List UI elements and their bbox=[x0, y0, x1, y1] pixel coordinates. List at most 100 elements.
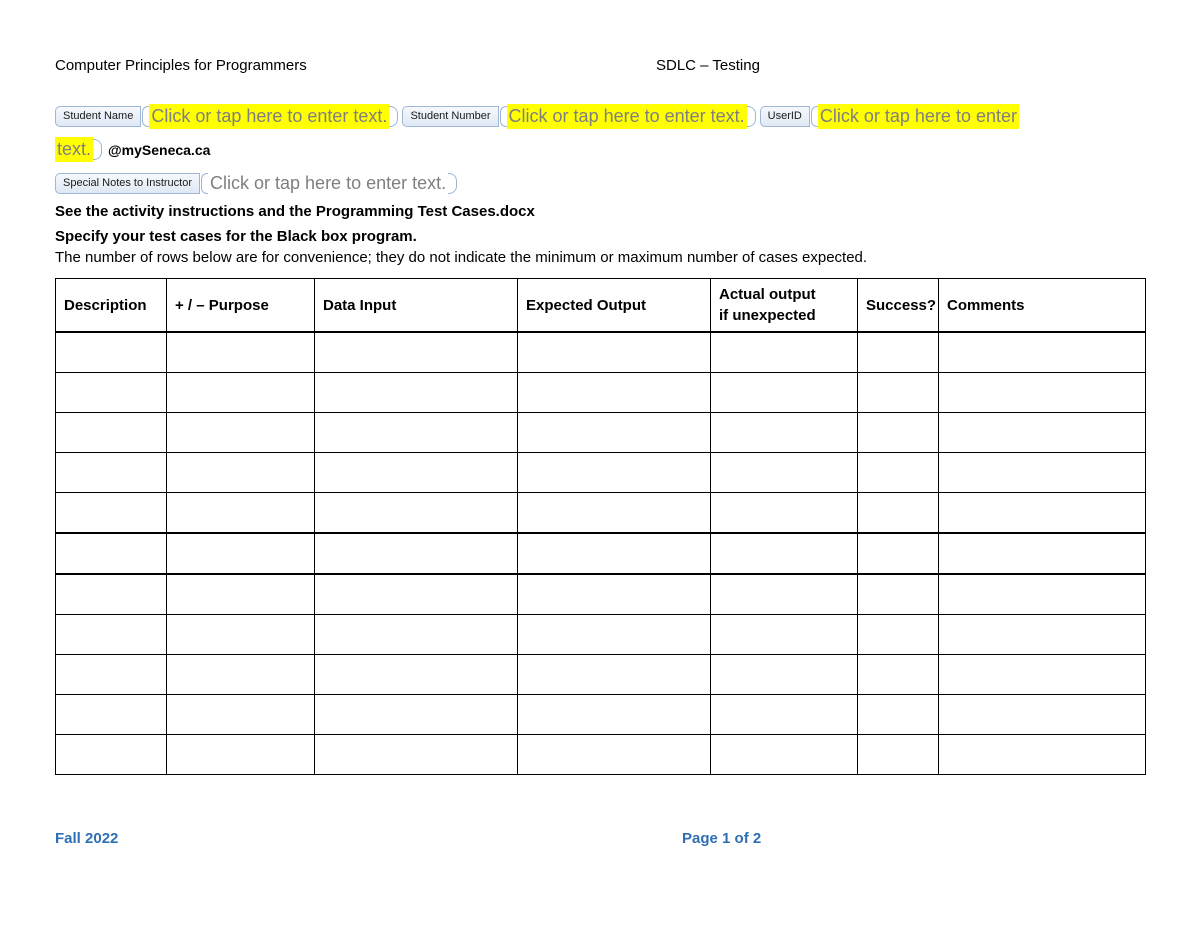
cell-data-input[interactable] bbox=[314, 452, 518, 493]
cell-description[interactable] bbox=[55, 331, 167, 373]
cell-actual-output[interactable] bbox=[710, 331, 858, 373]
cell-data-input[interactable] bbox=[314, 532, 518, 575]
column-header-success: Success? bbox=[857, 278, 939, 333]
cell-description[interactable] bbox=[55, 614, 167, 655]
header-section-title: SDLC – Testing bbox=[656, 57, 760, 74]
cell-success[interactable] bbox=[857, 372, 939, 413]
cell-comments[interactable] bbox=[938, 372, 1146, 413]
cell-description[interactable] bbox=[55, 492, 167, 534]
cell-expected-output[interactable] bbox=[517, 492, 711, 534]
notes-field[interactable]: Click or tap here to enter text. bbox=[208, 171, 448, 196]
cell-data-input[interactable] bbox=[314, 492, 518, 534]
cell-comments[interactable] bbox=[938, 452, 1146, 493]
column-header-description: Description bbox=[55, 278, 167, 333]
cell-success[interactable] bbox=[857, 654, 939, 695]
cell-expected-output[interactable] bbox=[517, 654, 711, 695]
cell-description[interactable] bbox=[55, 734, 167, 775]
cell-expected-output[interactable] bbox=[517, 372, 711, 413]
cell-expected-output[interactable] bbox=[517, 694, 711, 735]
student-info-line: Student Name Click or tap here to enter … bbox=[55, 104, 1019, 129]
cell-expected-output[interactable] bbox=[517, 614, 711, 655]
cell-data-input[interactable] bbox=[314, 694, 518, 735]
userid-field-continued[interactable]: text. bbox=[55, 137, 94, 162]
cell-comments[interactable] bbox=[938, 573, 1146, 615]
cell-purpose[interactable] bbox=[166, 492, 315, 534]
cell-comments[interactable] bbox=[938, 331, 1146, 373]
cell-comments[interactable] bbox=[938, 492, 1146, 534]
table-row bbox=[55, 532, 1146, 575]
cell-purpose[interactable] bbox=[166, 614, 315, 655]
cell-comments[interactable] bbox=[938, 532, 1146, 575]
cell-expected-output[interactable] bbox=[517, 452, 711, 493]
cell-data-input[interactable] bbox=[314, 331, 518, 373]
cell-comments[interactable] bbox=[938, 734, 1146, 775]
cell-purpose[interactable] bbox=[166, 532, 315, 575]
cell-description[interactable] bbox=[55, 532, 167, 575]
cell-actual-output[interactable] bbox=[710, 654, 858, 695]
cell-purpose[interactable] bbox=[166, 412, 315, 453]
cell-description[interactable] bbox=[55, 654, 167, 695]
footer-page-number: Page 1 of 2 bbox=[682, 830, 762, 847]
table-row bbox=[55, 492, 1146, 534]
cell-comments[interactable] bbox=[938, 614, 1146, 655]
cell-actual-output[interactable] bbox=[710, 452, 858, 493]
cell-data-input[interactable] bbox=[314, 614, 518, 655]
cell-expected-output[interactable] bbox=[517, 412, 711, 453]
userid-field[interactable]: Click or tap here to enter bbox=[817, 104, 1019, 129]
cell-data-input[interactable] bbox=[314, 412, 518, 453]
cell-purpose[interactable] bbox=[166, 734, 315, 775]
student-name-field-open bbox=[142, 106, 150, 127]
cell-description[interactable] bbox=[55, 372, 167, 413]
table-row bbox=[55, 372, 1146, 413]
table-row bbox=[55, 654, 1146, 695]
test-cases-table: Description + / – Purpose Data Input Exp… bbox=[55, 278, 1146, 775]
cell-success[interactable] bbox=[857, 694, 939, 735]
cell-comments[interactable] bbox=[938, 694, 1146, 735]
cell-success[interactable] bbox=[857, 573, 939, 615]
cell-expected-output[interactable] bbox=[517, 532, 711, 575]
footer-term: Fall 2022 bbox=[55, 830, 119, 847]
cell-purpose[interactable] bbox=[166, 372, 315, 413]
cell-description[interactable] bbox=[55, 452, 167, 493]
table-row bbox=[55, 331, 1146, 373]
cell-expected-output[interactable] bbox=[517, 331, 711, 373]
cell-purpose[interactable] bbox=[166, 452, 315, 493]
cell-actual-output[interactable] bbox=[710, 372, 858, 413]
cell-data-input[interactable] bbox=[314, 573, 518, 615]
student-number-field[interactable]: Click or tap here to enter text. bbox=[506, 104, 747, 129]
actual-output-label-line1: Actual output bbox=[719, 286, 816, 303]
table-row bbox=[55, 694, 1146, 735]
cell-success[interactable] bbox=[857, 492, 939, 534]
cell-data-input[interactable] bbox=[314, 734, 518, 775]
cell-comments[interactable] bbox=[938, 412, 1146, 453]
cell-purpose[interactable] bbox=[166, 573, 315, 615]
cell-actual-output[interactable] bbox=[710, 694, 858, 735]
cell-comments[interactable] bbox=[938, 654, 1146, 695]
table-header-row: Description + / – Purpose Data Input Exp… bbox=[55, 278, 1146, 333]
cell-actual-output[interactable] bbox=[710, 614, 858, 655]
cell-actual-output[interactable] bbox=[710, 532, 858, 575]
cell-actual-output[interactable] bbox=[710, 573, 858, 615]
cell-success[interactable] bbox=[857, 452, 939, 493]
cell-success[interactable] bbox=[857, 614, 939, 655]
cell-expected-output[interactable] bbox=[517, 573, 711, 615]
cell-purpose[interactable] bbox=[166, 654, 315, 695]
notes-field-close bbox=[448, 173, 458, 194]
cell-success[interactable] bbox=[857, 412, 939, 453]
cell-purpose[interactable] bbox=[166, 331, 315, 373]
cell-purpose[interactable] bbox=[166, 694, 315, 735]
cell-actual-output[interactable] bbox=[710, 412, 858, 453]
cell-description[interactable] bbox=[55, 573, 167, 615]
cell-description[interactable] bbox=[55, 412, 167, 453]
table-row bbox=[55, 734, 1146, 775]
cell-success[interactable] bbox=[857, 331, 939, 373]
cell-description[interactable] bbox=[55, 694, 167, 735]
student-name-field[interactable]: Click or tap here to enter text. bbox=[149, 104, 390, 129]
cell-actual-output[interactable] bbox=[710, 734, 858, 775]
cell-expected-output[interactable] bbox=[517, 734, 711, 775]
cell-data-input[interactable] bbox=[314, 654, 518, 695]
cell-success[interactable] bbox=[857, 532, 939, 575]
cell-actual-output[interactable] bbox=[710, 492, 858, 534]
cell-success[interactable] bbox=[857, 734, 939, 775]
cell-data-input[interactable] bbox=[314, 372, 518, 413]
